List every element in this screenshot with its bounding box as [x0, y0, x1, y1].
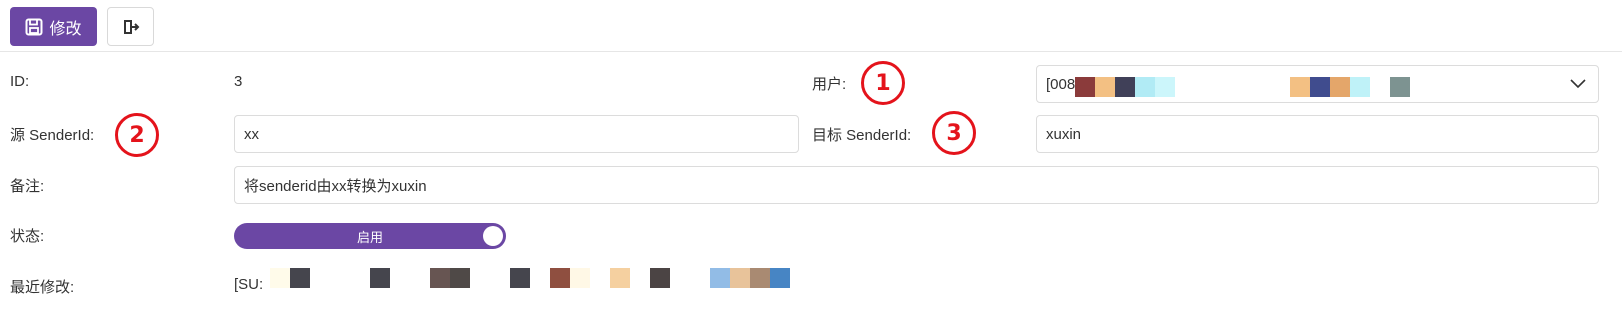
status-label: 状态: [10, 228, 45, 245]
save-button-label: 修改 [49, 20, 82, 38]
note-value: 将senderid由xx转换为xuxin [244, 177, 427, 195]
redacted-user-value [1075, 77, 1410, 97]
status-toggle-label: 启用 [356, 229, 383, 245]
note-label: 备注: [10, 178, 45, 195]
id-label: ID: [10, 73, 30, 90]
sign-out-icon [123, 19, 139, 34]
floppy-disk-icon [25, 18, 43, 35]
target-senderid-value: xuxin [1046, 125, 1082, 143]
user-select-value: [008 [1046, 75, 1076, 93]
annotation-badge-2: 2 [115, 113, 159, 157]
chevron-down-icon [1570, 79, 1586, 89]
last-modified-value: [SU: [234, 276, 264, 293]
source-senderid-value: xx [244, 125, 259, 143]
exit-button[interactable] [107, 7, 154, 46]
annotation-badge-1: 1 [861, 61, 905, 105]
last-modified-label: 最近修改: [10, 279, 75, 296]
annotation-badge-3: 3 [932, 111, 976, 155]
source-senderid-input[interactable]: xx [234, 115, 799, 153]
toggle-knob [483, 226, 503, 246]
save-button[interactable]: 修改 [10, 7, 97, 46]
toolbar: 修改 [0, 0, 1622, 52]
id-value: 3 [234, 73, 243, 90]
target-senderid-label: 目标 SenderId: [812, 127, 912, 144]
target-senderid-input[interactable]: xuxin [1036, 115, 1599, 153]
note-input[interactable]: 将senderid由xx转换为xuxin [234, 166, 1599, 204]
user-label: 用户: [812, 76, 847, 93]
source-senderid-label: 源 SenderId: [10, 127, 95, 144]
status-toggle[interactable]: 启用 [234, 223, 506, 249]
redacted-last-modified [270, 268, 790, 288]
